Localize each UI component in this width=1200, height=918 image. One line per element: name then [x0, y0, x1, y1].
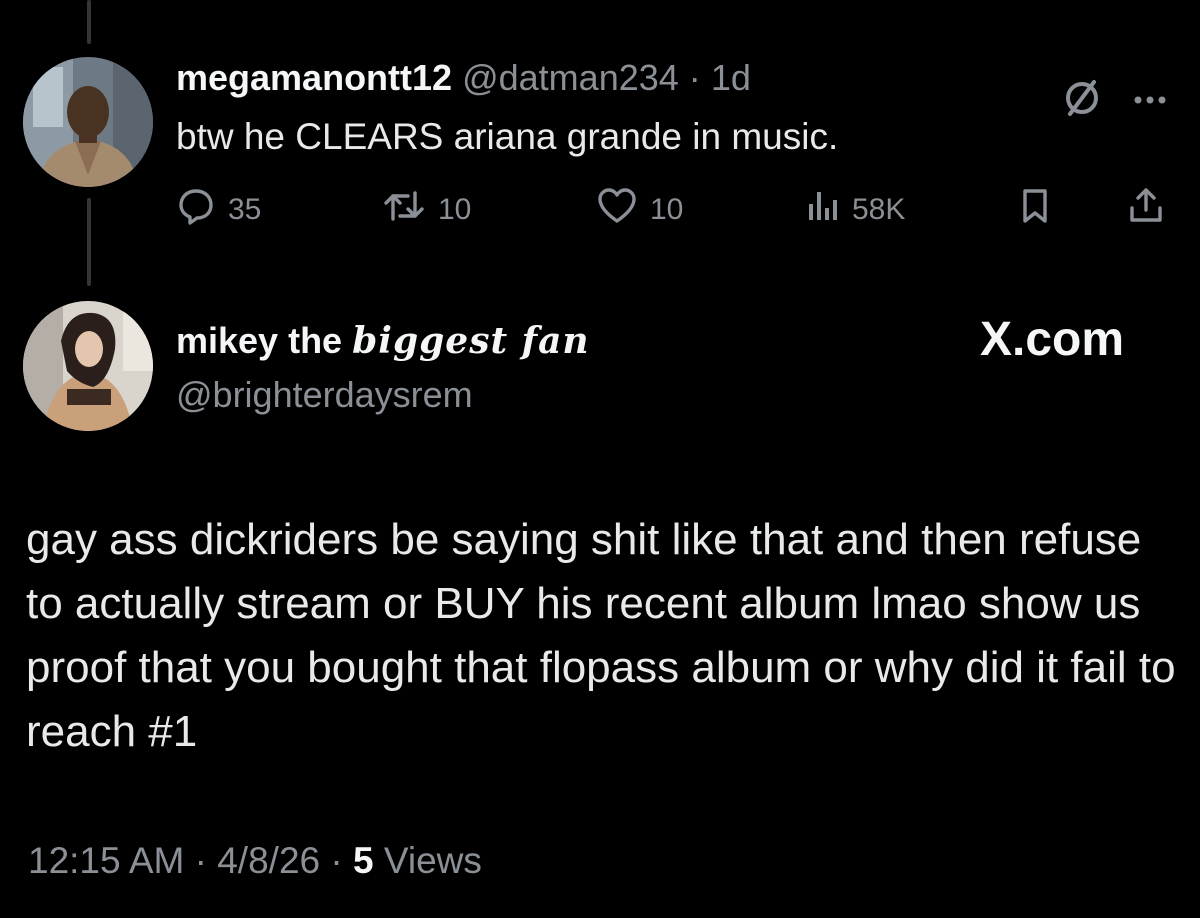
parent-separator: ·: [688, 57, 701, 98]
like-count: 10: [650, 193, 684, 226]
main-tweet-header[interactable]: mikey the biggest fan: [176, 318, 590, 364]
x-com-brand: X.com: [980, 313, 1125, 366]
reply-icon: [176, 186, 228, 234]
share-icon: [1126, 186, 1178, 234]
views-label: Views: [383, 840, 482, 881]
reply-count: 35: [228, 193, 262, 226]
tweet-date[interactable]: 4/8/26: [217, 840, 320, 881]
repost-count: 10: [438, 193, 472, 226]
like-button[interactable]: 10: [596, 188, 684, 230]
views-button[interactable]: 58K: [806, 190, 905, 230]
thread-line-top: [87, 0, 91, 44]
grok-icon[interactable]: [1060, 76, 1104, 125]
parent-tweet-text: btw he CLEARS ariana grande in music.: [176, 116, 839, 157]
meta-separator: ·: [330, 840, 343, 881]
main-tweet-text: gay ass dickriders be saying shit like t…: [26, 515, 1176, 756]
parent-tweet-header: megamanontt12 @datman234 · 1d: [176, 56, 751, 100]
tweet-time[interactable]: 12:15 AM: [28, 840, 184, 881]
parent-handle[interactable]: @datman234: [462, 57, 679, 98]
tweet-meta: 12:15 AM · 4/8/26 · 5 Views: [28, 840, 482, 882]
views-count[interactable]: 5: [353, 840, 374, 881]
main-handle[interactable]: @brighterdaysrem: [176, 372, 473, 418]
avatar-megamanontt12[interactable]: [23, 57, 153, 187]
meta-separator: ·: [194, 840, 207, 881]
bookmark-icon: [1018, 186, 1064, 234]
thread-line-connector: [87, 198, 91, 286]
reply-button[interactable]: 35: [176, 189, 262, 230]
parent-action-bar: 35 10 10 58K: [176, 188, 1166, 230]
parent-display-name[interactable]: megamanontt12: [176, 57, 452, 98]
view-count: 58K: [852, 193, 906, 226]
views-icon: [806, 186, 852, 234]
more-icon[interactable]: [1134, 92, 1166, 110]
main-display-name-fancy: biggest fan: [352, 320, 590, 362]
main-display-name: mikey the: [176, 320, 343, 361]
share-button[interactable]: [1126, 188, 1178, 230]
like-icon: [596, 186, 650, 234]
repost-button[interactable]: 10: [382, 190, 471, 230]
bookmark-button[interactable]: [1018, 189, 1064, 230]
avatar-brighterdaysrem[interactable]: [23, 301, 153, 431]
parent-time[interactable]: 1d: [711, 57, 751, 98]
repost-icon: [382, 186, 438, 234]
parent-top-icons: [1060, 76, 1166, 125]
